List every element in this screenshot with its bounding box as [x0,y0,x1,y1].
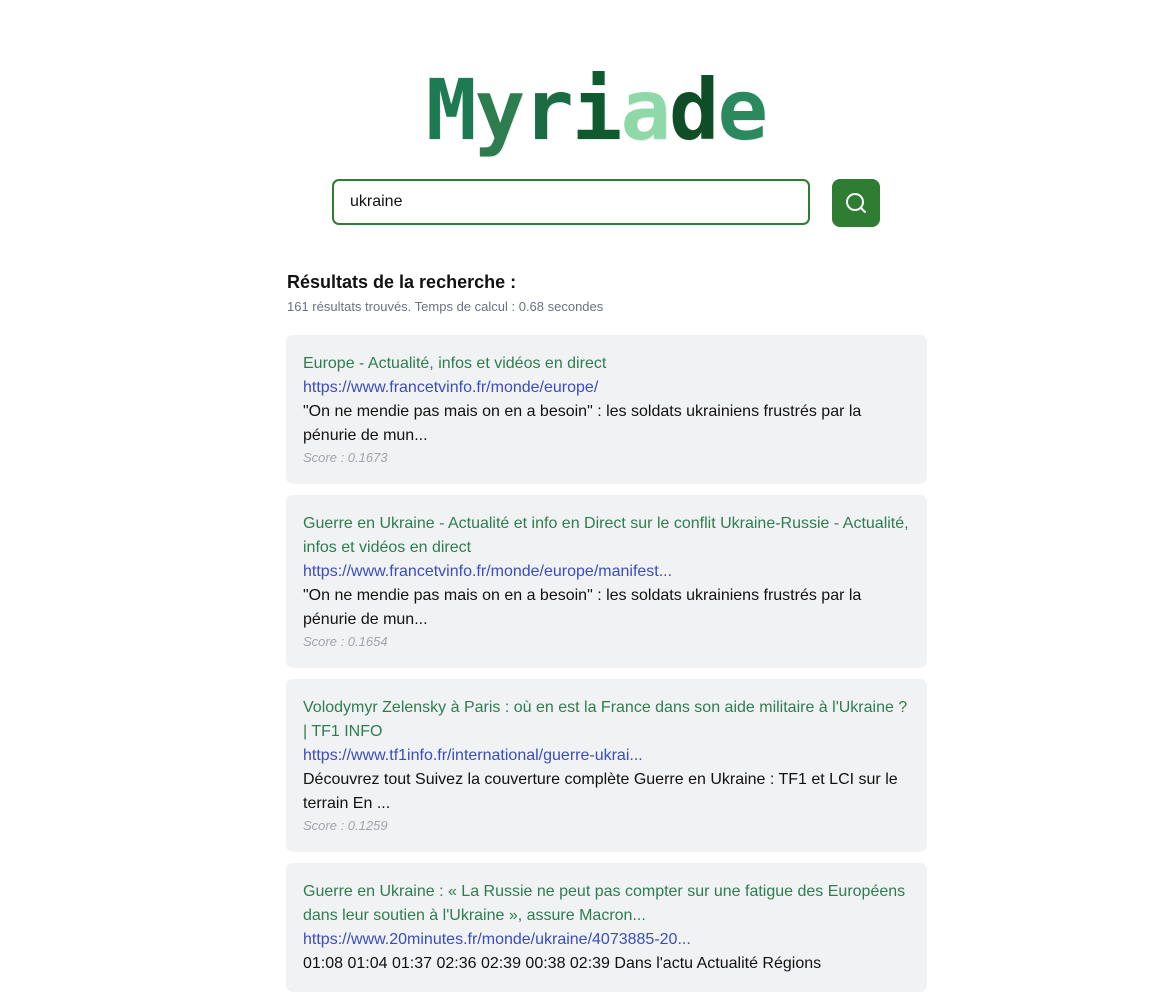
logo-letter: y [474,61,526,159]
search-button[interactable] [832,179,880,227]
result-title-link[interactable]: Volodymyr Zelensky à Paris : où en est l… [303,696,910,744]
result-url-link[interactable]: https://www.tf1info.fr/international/gue… [303,744,910,768]
result-card: Guerre en Ukraine - Actualité et info en… [286,495,927,668]
result-title-link[interactable]: Guerre en Ukraine : « La Russie ne peut … [303,880,910,928]
result-url-link[interactable]: https://www.francetvinfo.fr/monde/europe… [303,376,910,400]
result-snippet: "On ne mendie pas mais on en a besoin" :… [303,403,862,444]
result-score: Score : 0.1673 [303,450,388,465]
logo-letter: i [571,61,623,159]
result-score: Score : 0.1259 [303,818,388,833]
logo-letter: a [620,61,671,159]
result-title-link[interactable]: Europe - Actualité, infos et vidéos en d… [303,352,910,376]
search-icon [844,191,868,215]
results-list: Europe - Actualité, infos et vidéos en d… [286,335,927,1003]
result-card: Volodymyr Zelensky à Paris : où en est l… [286,679,927,852]
results-header: Résultats de la recherche : 161 résultat… [287,270,927,315]
result-score: Score : 0.1654 [303,634,388,649]
search-input[interactable] [332,179,810,225]
myriade-logo: Myriade [426,55,786,165]
logo-letter: d [668,61,720,159]
logo-letter: M [426,61,477,159]
result-url-link[interactable]: https://www.francetvinfo.fr/monde/europe… [303,560,910,584]
results-stats: 161 résultats trouvés. Temps de calcul :… [287,299,604,314]
result-snippet: "On ne mendie pas mais on en a besoin" :… [303,587,862,628]
results-title: Résultats de la recherche : [287,272,517,292]
logo-letter: e [717,61,768,159]
result-url-link[interactable]: https://www.20minutes.fr/monde/ukraine/4… [303,928,910,952]
result-card: Guerre en Ukraine : « La Russie ne peut … [286,863,927,992]
result-snippet: 01:08 01:04 01:37 02:36 02:39 00:38 02:3… [303,955,822,972]
result-card: Europe - Actualité, infos et vidéos en d… [286,335,927,484]
result-snippet: Découvrez tout Suivez la couverture comp… [303,771,898,812]
logo-letter: r [523,61,574,159]
result-title-link[interactable]: Guerre en Ukraine - Actualité et info en… [303,512,910,560]
